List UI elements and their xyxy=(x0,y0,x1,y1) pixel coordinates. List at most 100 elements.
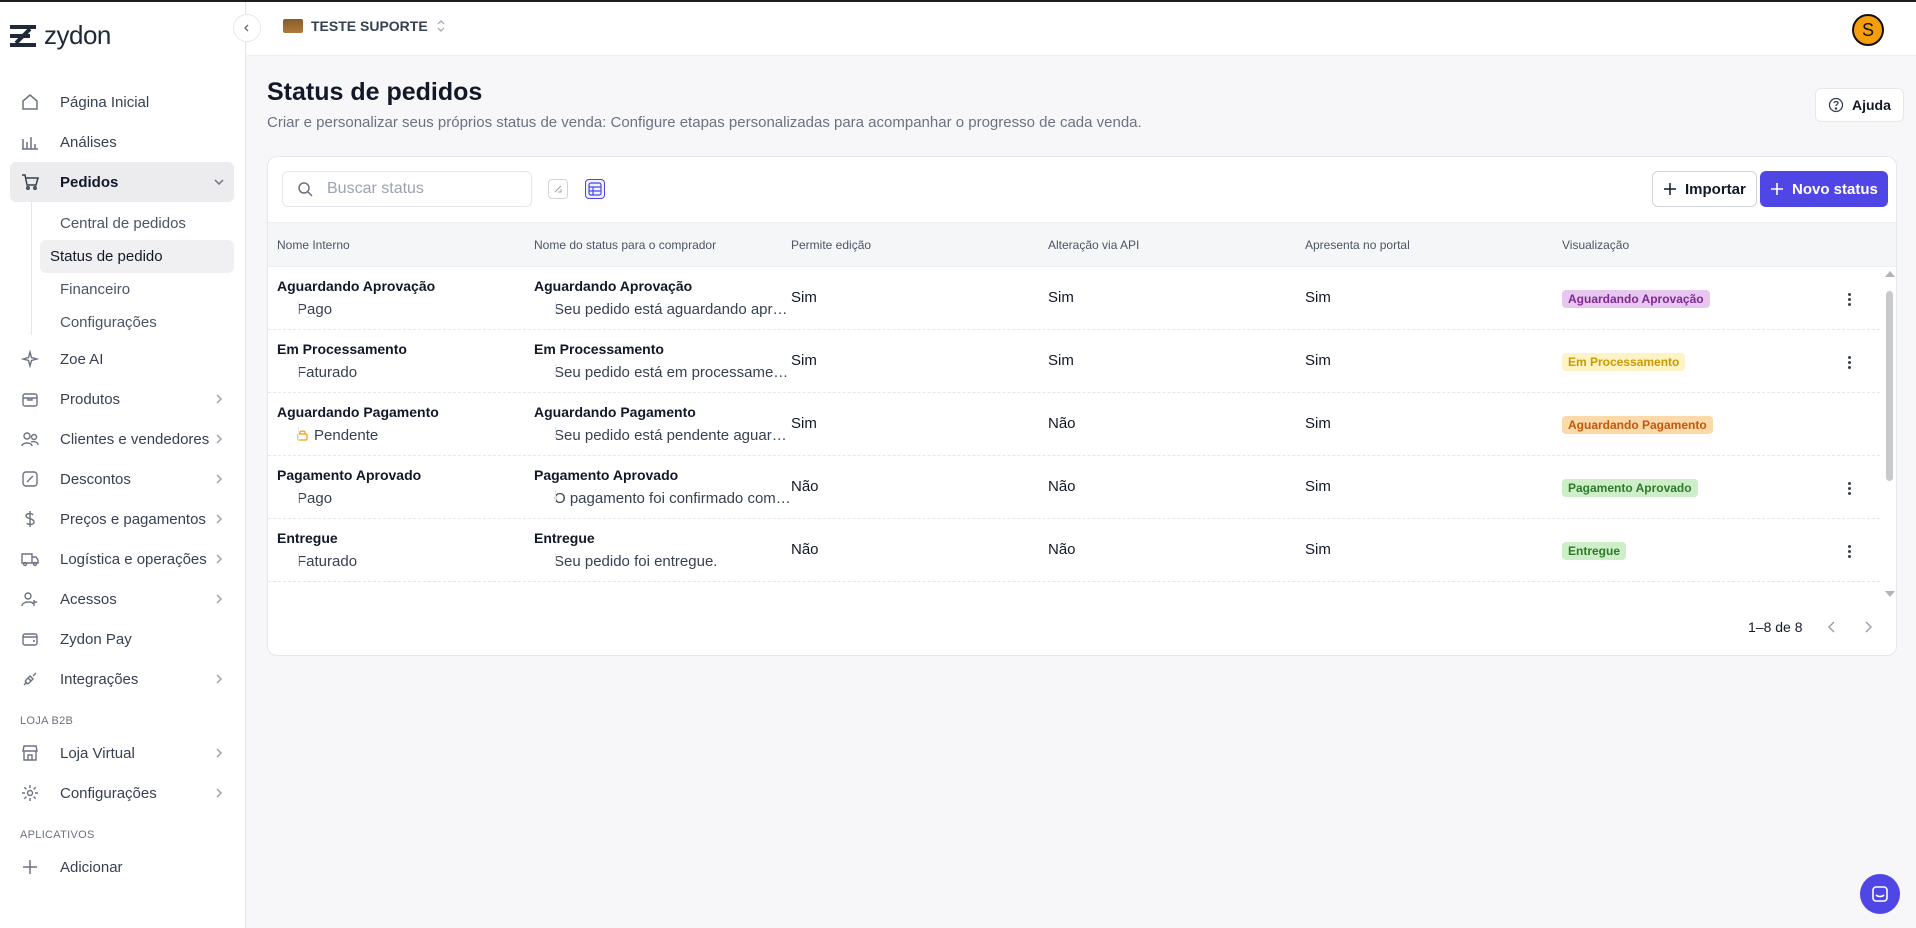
buyer-status-description: O pagamento foi confirmado com sucesso. xyxy=(554,490,794,507)
table-scrollbar[interactable] xyxy=(1884,269,1895,599)
sidebar-item-integrations[interactable]: Integrações xyxy=(10,659,234,699)
sidebar-subitem-financeiro[interactable]: Financeiro xyxy=(40,273,234,306)
sidebar-item-products[interactable]: Produtos xyxy=(10,379,234,419)
view-table-toggle[interactable] xyxy=(585,179,605,199)
chevron-right-icon xyxy=(1864,621,1872,633)
support-chat-button[interactable] xyxy=(1860,874,1900,914)
section-label-b2b: LOJA B2B xyxy=(20,715,74,727)
sidebar-item-label: Configurações xyxy=(60,784,157,802)
new-status-label: Novo status xyxy=(1792,180,1878,198)
chevron-right-icon xyxy=(216,434,223,444)
status-badge: Em Processamento xyxy=(1562,353,1686,371)
top-bar: TESTE SUPORTE S xyxy=(247,2,1916,56)
internal-name: Aguardando Pagamento xyxy=(277,404,439,420)
sidebar-item-analytics[interactable]: Análises xyxy=(10,122,234,162)
orders-submenu: Central de pedidos Status de pedido Fina… xyxy=(30,202,234,339)
sidebar-subitem-config[interactable]: Configurações xyxy=(40,306,234,339)
scroll-down-arrow[interactable] xyxy=(1885,591,1895,597)
page-description: Criar e personalizar seus próprios statu… xyxy=(267,114,1142,131)
store-icon xyxy=(20,743,40,763)
sidebar-item-virtual-store[interactable]: Loja Virtual xyxy=(10,733,234,773)
search-box[interactable] xyxy=(282,171,532,207)
table-row[interactable]: Aguardando Pagamento Pendente Aguardando… xyxy=(268,393,1880,456)
status-badge: Aguardando Pagamento xyxy=(1562,416,1713,434)
api-change: Sim xyxy=(1048,289,1074,306)
home-icon xyxy=(20,92,40,112)
sidebar-item-label: Descontos xyxy=(60,470,131,488)
api-change: Não xyxy=(1048,478,1076,495)
internal-name: Aguardando Aprovação xyxy=(277,278,436,294)
next-page-button[interactable] xyxy=(1861,620,1875,634)
status-group: Pendente xyxy=(314,427,379,444)
column-header-api[interactable]: Alteração via API xyxy=(1048,238,1139,252)
sidebar-item-label: Integrações xyxy=(60,670,139,688)
store-selector[interactable]: TESTE SUPORTE xyxy=(283,18,446,34)
sidebar-item-discounts[interactable]: Descontos xyxy=(10,459,234,499)
buyer-status-description: Seu pedido está em processamento. xyxy=(554,364,794,381)
row-menu-button[interactable] xyxy=(1841,479,1857,497)
api-change: Sim xyxy=(1048,352,1074,369)
scroll-up-arrow[interactable] xyxy=(1885,271,1895,277)
bar-chart-icon xyxy=(20,132,40,152)
sidebar-item-zydon-pay[interactable]: Zydon Pay xyxy=(10,619,234,659)
brand-name: zydon xyxy=(44,20,111,50)
plus-icon xyxy=(1664,183,1676,195)
table-view-icon xyxy=(588,182,602,196)
column-header-buyer[interactable]: Nome do status para o comprador xyxy=(534,238,716,252)
sidebar-nav: Página Inicial Análises Pedidos Central … xyxy=(10,82,234,887)
buyer-status-description: Seu pedido está aguardando aprovação. xyxy=(554,301,794,318)
status-badge: Entregue xyxy=(1562,542,1627,560)
prev-page-button[interactable] xyxy=(1825,620,1839,634)
table-row[interactable]: Aguardando Aprovação Pago Aguardando Apr… xyxy=(268,267,1880,330)
lock-icon xyxy=(297,430,308,441)
api-change: Não xyxy=(1048,415,1076,432)
column-header-view[interactable]: Visualização xyxy=(1562,238,1629,252)
sidebar-item-label: Produtos xyxy=(60,390,121,408)
sidebar-item-label: Análises xyxy=(60,133,117,151)
allows-edit: Sim xyxy=(791,289,817,306)
row-menu-button[interactable] xyxy=(1841,290,1857,308)
sidebar-item-label: Adicionar xyxy=(60,858,123,876)
help-button[interactable]: Ajuda xyxy=(1815,88,1904,122)
sidebar-item-access[interactable]: Acessos xyxy=(10,579,234,619)
sidebar-item-home[interactable]: Página Inicial xyxy=(10,82,234,122)
column-header-internal[interactable]: Nome Interno xyxy=(277,238,350,252)
user-avatar[interactable]: S xyxy=(1852,14,1884,46)
buyer-status-name: Pagamento Aprovado xyxy=(534,467,679,483)
view-list-toggle[interactable] xyxy=(548,179,568,199)
sidebar-item-settings[interactable]: Configurações xyxy=(10,773,234,813)
buyer-status-name: Em Processamento xyxy=(534,341,664,357)
column-header-portal[interactable]: Apresenta no portal xyxy=(1305,238,1410,252)
table-body: Aguardando Aprovação Pago Aguardando Apr… xyxy=(268,267,1880,601)
sidebar-item-zoe-ai[interactable]: Zoe AI xyxy=(10,339,234,379)
sidebar-item-label: Preços e pagamentos xyxy=(60,510,206,528)
new-status-button[interactable]: Novo status xyxy=(1760,171,1888,207)
row-menu-button[interactable] xyxy=(1841,353,1857,371)
sidebar-item-add-app[interactable]: Adicionar xyxy=(10,847,234,887)
sidebar-collapse-button[interactable] xyxy=(233,14,261,42)
import-button[interactable]: Importar xyxy=(1652,171,1757,207)
brand-logo[interactable]: zydon xyxy=(10,20,111,51)
sidebar-subitem-central[interactable]: Central de pedidos xyxy=(40,207,234,240)
shows-in-portal: Sim xyxy=(1305,478,1331,495)
chevron-right-icon xyxy=(216,474,223,484)
api-change: Não xyxy=(1048,541,1076,558)
sidebar: zydon Página Inicial Análises Pedidos Ce… xyxy=(0,2,246,928)
table-row[interactable]: Entregue Faturado Entregue Seu pedido fo… xyxy=(268,519,1880,582)
scroll-thumb[interactable] xyxy=(1886,291,1893,481)
search-input[interactable] xyxy=(327,180,507,198)
row-menu-button[interactable] xyxy=(1841,542,1857,560)
shows-in-portal: Sim xyxy=(1305,289,1331,306)
sidebar-item-customers[interactable]: Clientes e vendedores xyxy=(10,419,234,459)
sidebar-item-prices[interactable]: Preços e pagamentos xyxy=(10,499,234,539)
column-header-edit[interactable]: Permite edição xyxy=(791,238,871,252)
chevron-down-icon xyxy=(214,179,224,186)
sidebar-subitem-status[interactable]: Status de pedido xyxy=(40,240,234,273)
table-row[interactable]: Em Processamento Faturado Em Processamen… xyxy=(268,330,1880,393)
chevron-updown-icon xyxy=(437,20,445,32)
table-row[interactable]: Pagamento Aprovado Pago Pagamento Aprova… xyxy=(268,456,1880,519)
sidebar-item-orders[interactable]: Pedidos xyxy=(10,162,234,202)
sidebar-item-label: Acessos xyxy=(60,590,117,608)
internal-name: Entregue xyxy=(277,530,338,546)
sidebar-item-logistics[interactable]: Logística e operações xyxy=(10,539,234,579)
